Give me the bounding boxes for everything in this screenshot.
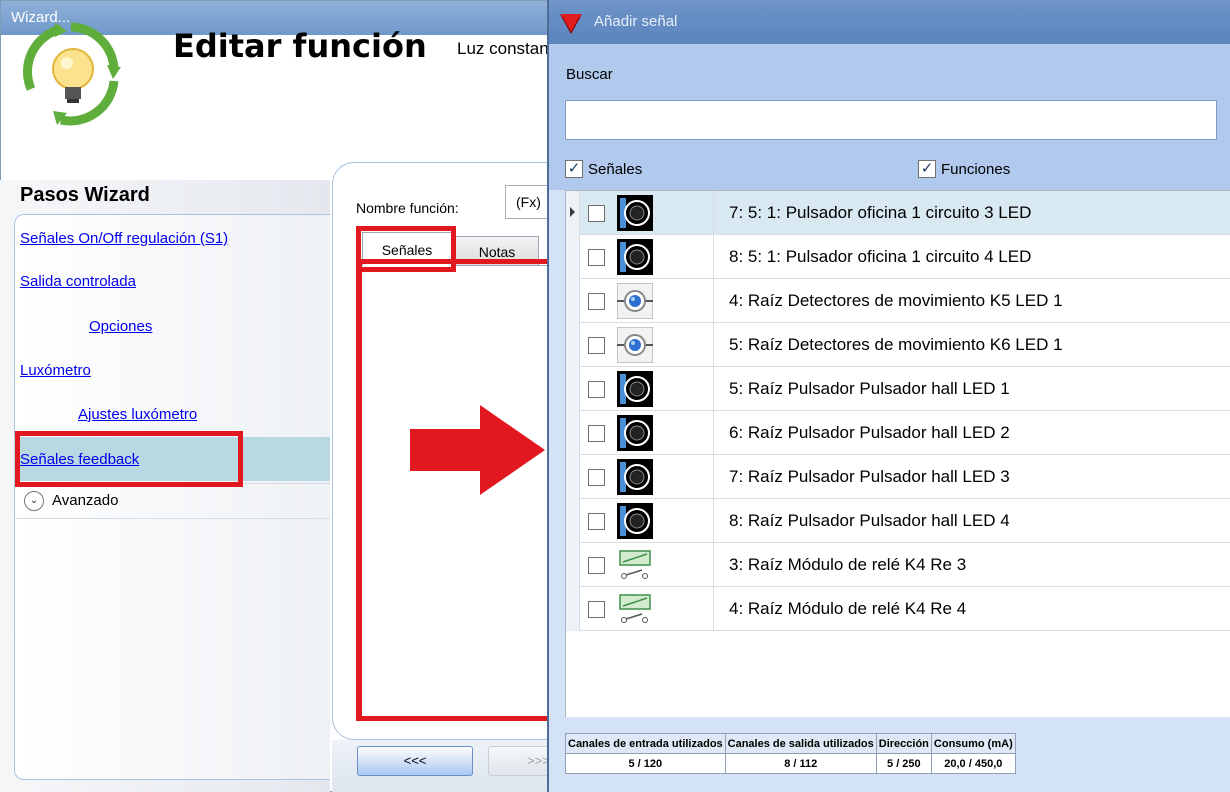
row-checkbox[interactable] [588,381,605,398]
red-arrow-icon [410,405,545,495]
row-header [566,279,580,323]
signal-name: 8: Raíz Pulsador Pulsador hall LED 4 [729,511,1010,530]
column-separator [713,543,714,587]
signal-name: 4: Raíz Detectores de movimiento K5 LED … [729,291,1063,310]
signal-name: 8: 5: 1: Pulsador oficina 1 circuito 4 L… [729,247,1032,266]
consumption-value: 20,0 / 450,0 [930,753,1016,774]
list-item[interactable]: 5: Raíz Pulsador Pulsador hall LED 1 [566,367,1230,411]
row-header [566,191,580,235]
signal-name: 4: Raíz Módulo de relé K4 Re 4 [729,599,967,618]
push-button-icon [617,503,653,539]
signal-name: 5: Raíz Detectores de movimiento K6 LED … [729,335,1063,354]
list-item[interactable]: 8: Raíz Pulsador Pulsador hall LED 4 [566,499,1230,543]
back-button[interactable]: <<< [357,746,473,776]
list-item[interactable]: 3: Raíz Módulo de relé K4 Re 3 [566,543,1230,587]
row-checkbox[interactable] [588,425,605,442]
row-checkbox[interactable] [588,601,605,618]
page-title: Editar función [173,27,427,65]
output-channels-header: Canales de salida utilizados [724,733,877,754]
lightbulb-logo-icon [22,22,121,126]
function-name-input[interactable]: (Fx) [505,185,548,219]
list-item[interactable]: 7: 5: 1: Pulsador oficina 1 circuito 3 L… [566,191,1230,235]
column-separator [713,235,714,279]
motion-detector-icon [617,283,653,319]
push-button-icon [617,415,653,451]
row-header [566,455,580,499]
step-controlled-output[interactable]: Salida controlada [20,273,136,290]
column-separator [713,499,714,543]
current-row-marker-icon [570,207,575,217]
funnel-icon [560,14,582,35]
signal-name: 6: Raíz Pulsador Pulsador hall LED 2 [729,423,1010,442]
column-separator [713,323,714,367]
signal-name: 5: Raíz Pulsador Pulsador hall LED 1 [729,379,1010,398]
steps-title: Pasos Wizard [20,184,150,206]
step-on-off-signals[interactable]: Señales On/Off regulación (S1) [20,230,228,247]
column-separator [713,191,714,235]
address-header: Dirección [875,733,932,754]
list-item[interactable]: 7: Raíz Pulsador Pulsador hall LED 3 [566,455,1230,499]
row-checkbox[interactable] [588,469,605,486]
signal-name: 7: Raíz Pulsador Pulsador hall LED 3 [729,467,1010,486]
add-signal-dialog: Añadir señal Buscar ✓ Señales ✓ Funcione… [547,0,1230,792]
push-button-icon [617,371,653,407]
page-subtitle: Luz constante [457,39,548,58]
row-checkbox[interactable] [588,513,605,530]
column-separator [713,279,714,323]
row-header [566,499,580,543]
input-channels-header: Canales de entrada utilizados [565,733,726,754]
search-input[interactable] [565,100,1217,140]
row-checkbox[interactable] [588,205,605,222]
advanced-label[interactable]: Avanzado [52,492,118,509]
list-item[interactable]: 8: 5: 1: Pulsador oficina 1 circuito 4 L… [566,235,1230,279]
motion-detector-icon [617,327,653,363]
row-checkbox[interactable] [588,249,605,266]
step-options[interactable]: Opciones [89,318,152,335]
input-channels-value: 5 / 120 [565,753,726,774]
address-value: 5 / 250 [875,753,932,774]
step-luxmeter[interactable]: Luxómetro [20,362,91,379]
row-header [566,323,580,367]
row-header [566,587,580,631]
signal-name: 3: Raíz Módulo de relé K4 Re 3 [729,555,967,574]
signals-filter-label: Señales [588,161,643,178]
consumption-header: Consumo (mA) [930,733,1016,754]
row-header [566,411,580,455]
signals-filter-checkbox[interactable]: ✓ [565,160,583,178]
dialog-title: Añadir señal [594,13,678,30]
push-button-icon [617,195,653,231]
relay-icon [619,594,651,623]
list-item[interactable]: 4: Raíz Detectores de movimiento K5 LED … [566,279,1230,323]
highlight-feedback-step [15,431,243,487]
usage-stats-table: Canales de entrada utilizados Canales de… [565,733,1016,774]
list-item[interactable]: 4: Raíz Módulo de relé K4 Re 4 [566,587,1230,631]
push-button-icon [617,239,653,275]
row-header [566,543,580,587]
column-separator [713,411,714,455]
list-item[interactable]: 6: Raíz Pulsador Pulsador hall LED 2 [566,411,1230,455]
column-separator [713,587,714,631]
push-button-icon [617,459,653,495]
column-separator [713,455,714,499]
output-channels-value: 8 / 112 [724,753,877,774]
list-item[interactable]: 5: Raíz Detectores de movimiento K6 LED … [566,323,1230,367]
function-name-label: Nombre función: [356,200,459,216]
column-separator [713,367,714,411]
chevron-down-icon[interactable]: ⌄ [24,491,44,511]
functions-filter-checkbox[interactable]: ✓ [918,160,936,178]
relay-icon [619,550,651,579]
signal-name: 7: 5: 1: Pulsador oficina 1 circuito 3 L… [729,203,1032,222]
row-checkbox[interactable] [588,293,605,310]
functions-filter-label: Funciones [941,161,1011,178]
row-checkbox[interactable] [588,557,605,574]
signal-list: 7: 5: 1: Pulsador oficina 1 circuito 3 L… [565,190,1230,717]
step-luxmeter-settings[interactable]: Ajustes luxómetro [78,406,197,423]
row-checkbox[interactable] [588,337,605,354]
row-header [566,235,580,279]
next-button[interactable]: >>> [488,746,550,776]
search-label: Buscar [566,66,613,83]
row-header [566,367,580,411]
